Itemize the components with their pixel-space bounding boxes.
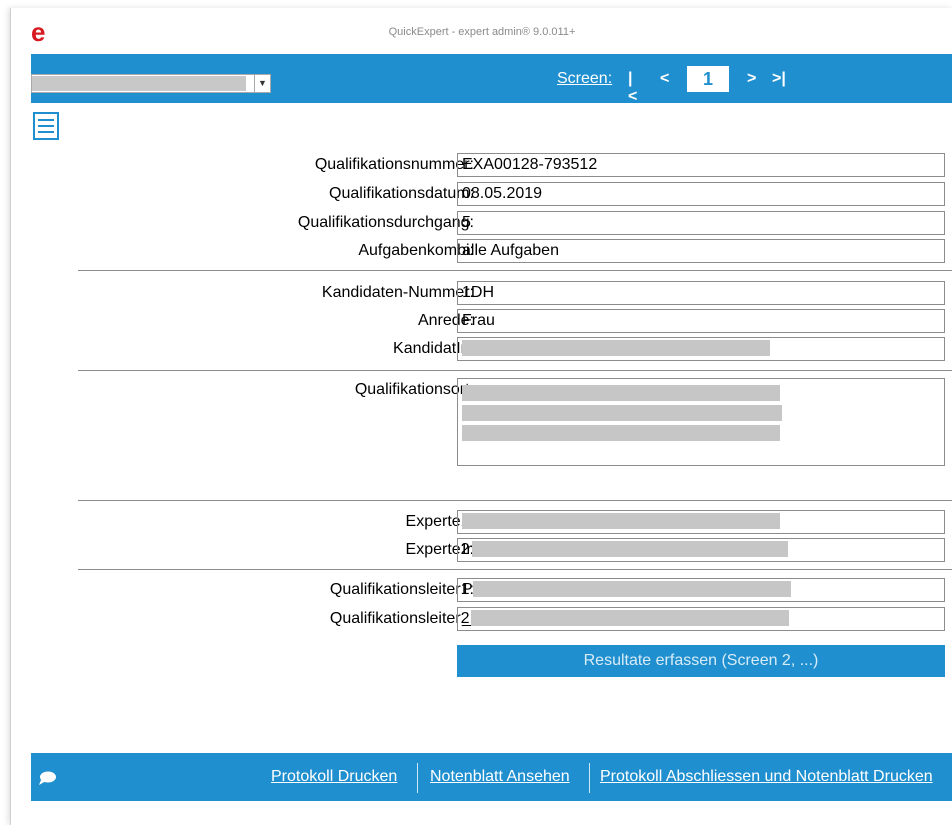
qualifikationsleiter1-label: Qualifikationsleiter1: bbox=[329, 581, 474, 598]
last-screen-button[interactable]: >| bbox=[772, 70, 786, 88]
section-divider bbox=[78, 370, 952, 371]
app-window: e QuickExpert - expert admin® 9.0.011+ 1… bbox=[10, 8, 952, 825]
footer-divider bbox=[417, 763, 418, 793]
experte2-value: Ir bbox=[462, 541, 472, 558]
anrede-field[interactable]: Frau bbox=[457, 309, 945, 333]
row-aufgabenkombi: Aufgabenkombi: alle Aufgaben bbox=[31, 239, 952, 263]
redaction bbox=[470, 610, 789, 626]
redaction bbox=[462, 513, 780, 529]
chevron-down-icon[interactable]: ▼ bbox=[254, 75, 270, 92]
protokoll-drucken-link[interactable]: Protokoll Drucken bbox=[271, 768, 397, 786]
window-title: QuickExpert - expert admin® 9.0.011+ bbox=[388, 26, 576, 38]
kandidatin-field[interactable] bbox=[457, 337, 945, 361]
row-kandidatin: KandidatIn: bbox=[31, 337, 952, 361]
next-screen-button[interactable]: > bbox=[747, 70, 756, 88]
qualifikationsdurchgang-field[interactable]: 5 bbox=[457, 211, 945, 235]
qualifikationsnummer-label: Qualifikationsnummer: bbox=[314, 156, 474, 173]
resultate-erfassen-button[interactable]: Resultate erfassen (Screen 2, ...) bbox=[457, 645, 945, 677]
redaction bbox=[462, 340, 770, 356]
row-anrede: Anrede: Frau bbox=[31, 309, 952, 333]
row-qualifikationsdurchgang: Qualifikationsdurchgang: 5 bbox=[31, 211, 952, 235]
experte2-field[interactable]: Ir bbox=[457, 538, 945, 562]
qualifikationsdurchgang-label: Qualifikationsdurchgang: bbox=[297, 214, 474, 231]
chat-bubble-icon[interactable] bbox=[37, 770, 57, 786]
row-qualifikationsnummer: Qualifikationsnummer: EXA00128-793512 bbox=[31, 153, 952, 177]
aufgabenkombi-field[interactable]: alle Aufgaben bbox=[457, 239, 945, 263]
row-qualifikationsleiter2: Qualifikationsleiter2: _ bbox=[31, 607, 952, 631]
candidate-select[interactable]: 1DH ▼ bbox=[31, 74, 271, 93]
section-divider bbox=[78, 270, 952, 271]
first-screen-button[interactable]: |< bbox=[628, 70, 637, 106]
row-experte1: Experte1: bbox=[31, 510, 952, 534]
redaction bbox=[462, 425, 780, 441]
qualifikationsdatum-field[interactable]: 08.05.2019 bbox=[457, 182, 945, 206]
section-divider bbox=[78, 500, 952, 501]
redaction bbox=[471, 541, 788, 557]
footer-divider bbox=[589, 763, 590, 793]
qualifikationsort-field[interactable] bbox=[457, 378, 945, 466]
row-qualifikationsleiter1: Qualifikationsleiter1: P bbox=[31, 578, 952, 602]
top-toolbar: 1DH ▼ Screen: |< < 1 > >| bbox=[31, 54, 952, 106]
kandidaten-nummer-label: Kandidaten-Nummer: bbox=[321, 284, 474, 301]
menu-icon[interactable] bbox=[33, 112, 59, 140]
row-experte2: Experte2: Ir bbox=[31, 538, 952, 562]
section-divider bbox=[78, 569, 952, 570]
qualifikationsleiter2-label: Qualifikationsleiter2: bbox=[329, 610, 474, 627]
qualifikationsleiter2-field[interactable]: _ bbox=[457, 607, 945, 631]
screen-page-input[interactable]: 1 bbox=[687, 66, 729, 92]
experte1-field[interactable] bbox=[457, 510, 945, 534]
qualifikationsleiter2-value: _ bbox=[462, 610, 471, 627]
prev-screen-button[interactable]: < bbox=[660, 70, 669, 88]
protokoll-abschliessen-link[interactable]: Protokoll Abschliessen und Notenblatt Dr… bbox=[600, 768, 933, 786]
row-kandidaten-nummer: Kandidaten-Nummer: 1DH bbox=[31, 281, 952, 305]
screen-label: Screen: bbox=[557, 70, 613, 87]
qualifikationsnummer-field[interactable]: EXA00128-793512 bbox=[457, 153, 945, 177]
qualifikationsleiter1-value: P bbox=[462, 581, 473, 598]
qualifikationsdatum-label: Qualifikationsdatum: bbox=[329, 185, 474, 202]
kandidaten-nummer-field[interactable]: 1DH bbox=[457, 281, 945, 305]
title-bar: e QuickExpert - expert admin® 9.0.011+ bbox=[11, 8, 952, 52]
candidate-select-value: 1DH bbox=[32, 76, 246, 91]
bottom-action-bar: Protokoll Drucken Notenblatt Ansehen Pro… bbox=[31, 753, 952, 801]
redaction bbox=[462, 405, 782, 421]
redaction bbox=[462, 385, 780, 401]
notenblatt-ansehen-link[interactable]: Notenblatt Ansehen bbox=[430, 768, 570, 786]
row-qualifikationsdatum: Qualifikationsdatum: 08.05.2019 bbox=[31, 182, 952, 206]
redaction bbox=[472, 581, 791, 597]
qualifikationsleiter1-field[interactable]: P bbox=[457, 578, 945, 602]
